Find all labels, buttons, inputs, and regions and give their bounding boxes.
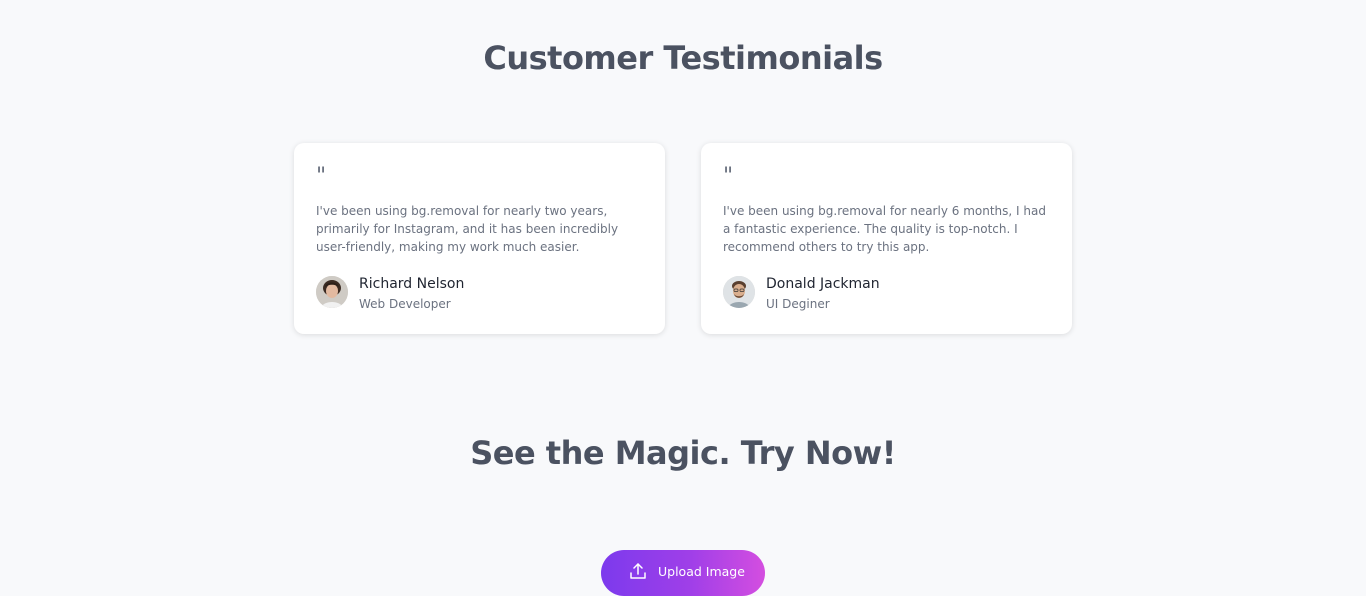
author-name: Donald Jackman: [766, 276, 880, 292]
testimonial-text: I've been using bg.removal for nearly tw…: [316, 204, 619, 254]
testimonial-author: Richard Nelson Web Developer: [316, 276, 636, 311]
testimonial-card: " I've been using bg.removal for nearly …: [294, 143, 665, 334]
testimonials-title: Customer Testimonials: [483, 39, 883, 77]
testimonial-text: I've been using bg.removal for nearly 6 …: [723, 204, 1046, 254]
author-role: UI Deginer: [766, 297, 830, 311]
avatar: [723, 276, 755, 308]
avatar: [316, 276, 348, 308]
cta-title: See the Magic. Try Now!: [470, 434, 896, 472]
testimonial-author: Donald Jackman UI Deginer: [723, 276, 1043, 311]
quote-mark-icon: ": [316, 164, 327, 189]
testimonial-card: " I've been using bg.removal for nearly …: [701, 143, 1072, 334]
author-role: Web Developer: [359, 297, 451, 311]
author-name: Richard Nelson: [359, 276, 465, 292]
upload-image-label: Upload Image: [658, 564, 745, 579]
quote-mark-icon: ": [723, 164, 734, 189]
testimonials-list: " I've been using bg.removal for nearly …: [294, 143, 1072, 334]
upload-image-button[interactable]: Upload Image: [601, 550, 765, 596]
upload-icon: [630, 563, 646, 579]
